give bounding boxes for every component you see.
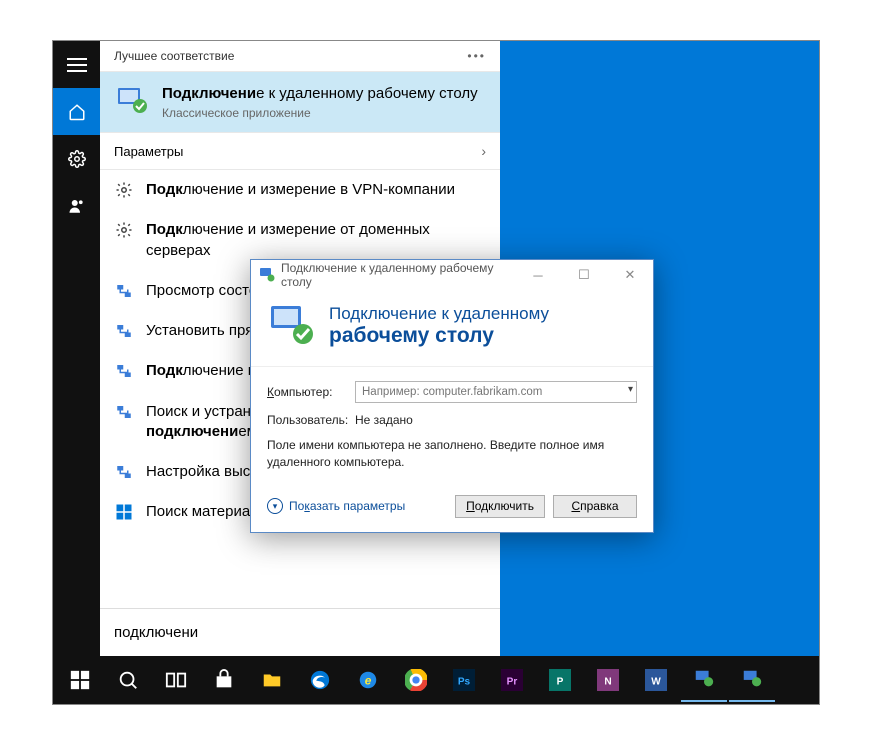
user-label: Пользователь: bbox=[267, 413, 345, 427]
start-left-rail bbox=[53, 41, 100, 704]
result-text: Подключение и измерение от доменных серв… bbox=[146, 220, 486, 261]
svg-text:Pr: Pr bbox=[507, 677, 518, 688]
chevron-down-icon[interactable]: ▾ bbox=[628, 384, 633, 395]
best-match-label: Лучшее соответствие bbox=[114, 49, 234, 63]
computer-combo[interactable]: ▾ bbox=[355, 381, 637, 403]
search-input[interactable] bbox=[114, 624, 486, 641]
net-icon bbox=[114, 361, 134, 381]
edge-icon[interactable] bbox=[297, 658, 343, 702]
connect-button[interactable]: Подключить bbox=[455, 495, 545, 518]
show-params-link[interactable]: ▾ Показать параметры bbox=[267, 498, 405, 514]
photoshop-icon[interactable]: Ps bbox=[441, 658, 487, 702]
task-view-button[interactable] bbox=[153, 658, 199, 702]
rdp-title-icon bbox=[259, 267, 275, 283]
best-match-title: Подключение к удаленному рабочему столу bbox=[162, 84, 478, 104]
rdp-window: Подключение к удаленному рабочему столу … bbox=[250, 259, 654, 533]
svg-text:N: N bbox=[604, 677, 611, 688]
net-icon bbox=[114, 321, 134, 341]
onenote-icon[interactable]: N bbox=[585, 658, 631, 702]
cortana-search-button[interactable] bbox=[105, 658, 151, 702]
svg-text:Ps: Ps bbox=[458, 677, 471, 688]
chevron-right-icon: › bbox=[481, 143, 486, 159]
best-match-item[interactable]: Подключение к удаленному рабочему столу … bbox=[100, 72, 500, 132]
gear-icon bbox=[114, 220, 134, 240]
start-button[interactable] bbox=[57, 658, 103, 702]
result-text: Подключение и измерение в VPN-компании bbox=[146, 180, 455, 200]
settings-icon[interactable] bbox=[53, 135, 100, 182]
net-icon bbox=[114, 402, 134, 422]
store-icon[interactable] bbox=[201, 658, 247, 702]
maximize-button[interactable]: ☐ bbox=[561, 260, 607, 290]
svg-text:P: P bbox=[557, 677, 564, 688]
gear-icon bbox=[114, 180, 134, 200]
ie-icon[interactable]: e bbox=[345, 658, 391, 702]
rdp-app-icon bbox=[114, 84, 150, 120]
best-match-header: Лучшее соответствие ••• bbox=[100, 41, 500, 72]
rdp-title-text: Подключение к удаленному рабочему столу bbox=[281, 261, 515, 289]
rdp-titlebar[interactable]: Подключение к удаленному рабочему столу … bbox=[251, 260, 653, 290]
params-label: Параметры bbox=[114, 144, 183, 159]
minimize-button[interactable]: ─ bbox=[515, 260, 561, 290]
net-icon bbox=[114, 281, 134, 301]
computer-input[interactable] bbox=[362, 386, 630, 398]
publisher-icon[interactable]: P bbox=[537, 658, 583, 702]
explorer-icon[interactable] bbox=[249, 658, 295, 702]
taskbar: e Ps Pr P N W bbox=[53, 656, 819, 704]
computer-label: Компьютер: bbox=[267, 385, 345, 399]
rdp-header-line2: рабочему столу bbox=[329, 324, 549, 348]
rdp-body: Компьютер: ▾ Пользователь: Не задано Пол… bbox=[251, 367, 653, 485]
result-item[interactable]: Подключение и измерение в VPN-компании bbox=[100, 170, 500, 210]
premiere-icon[interactable]: Pr bbox=[489, 658, 535, 702]
chrome-icon[interactable] bbox=[393, 658, 439, 702]
svg-text:e: e bbox=[365, 674, 372, 688]
user-value: Не задано bbox=[355, 413, 413, 427]
rdp-header-line1: Подключение к удаленному bbox=[329, 304, 549, 324]
rdp-taskbar-icon-2[interactable] bbox=[729, 658, 775, 702]
home-icon[interactable] bbox=[53, 88, 100, 135]
word-icon[interactable]: W bbox=[633, 658, 679, 702]
best-match-subtitle: Классическое приложение bbox=[162, 106, 478, 120]
params-header[interactable]: Параметры › bbox=[100, 132, 500, 170]
net-icon bbox=[114, 462, 134, 482]
search-input-row bbox=[100, 608, 500, 656]
hamburger-icon[interactable] bbox=[53, 41, 100, 88]
rdp-big-icon bbox=[267, 302, 315, 350]
people-icon[interactable] bbox=[53, 182, 100, 229]
close-button[interactable]: ✕ bbox=[607, 260, 653, 290]
svg-text:W: W bbox=[651, 677, 661, 688]
rdp-taskbar-icon-1[interactable] bbox=[681, 658, 727, 702]
rdp-header: Подключение к удаленному рабочему столу bbox=[251, 290, 653, 367]
rdp-hint: Поле имени компьютера не заполнено. Введ… bbox=[267, 437, 637, 471]
circle-down-icon: ▾ bbox=[267, 498, 283, 514]
help-button[interactable]: Справка bbox=[553, 495, 637, 518]
rdp-footer: ▾ Показать параметры Подключить Справка bbox=[251, 485, 653, 532]
win-icon bbox=[114, 502, 134, 522]
more-icon[interactable]: ••• bbox=[467, 49, 486, 63]
